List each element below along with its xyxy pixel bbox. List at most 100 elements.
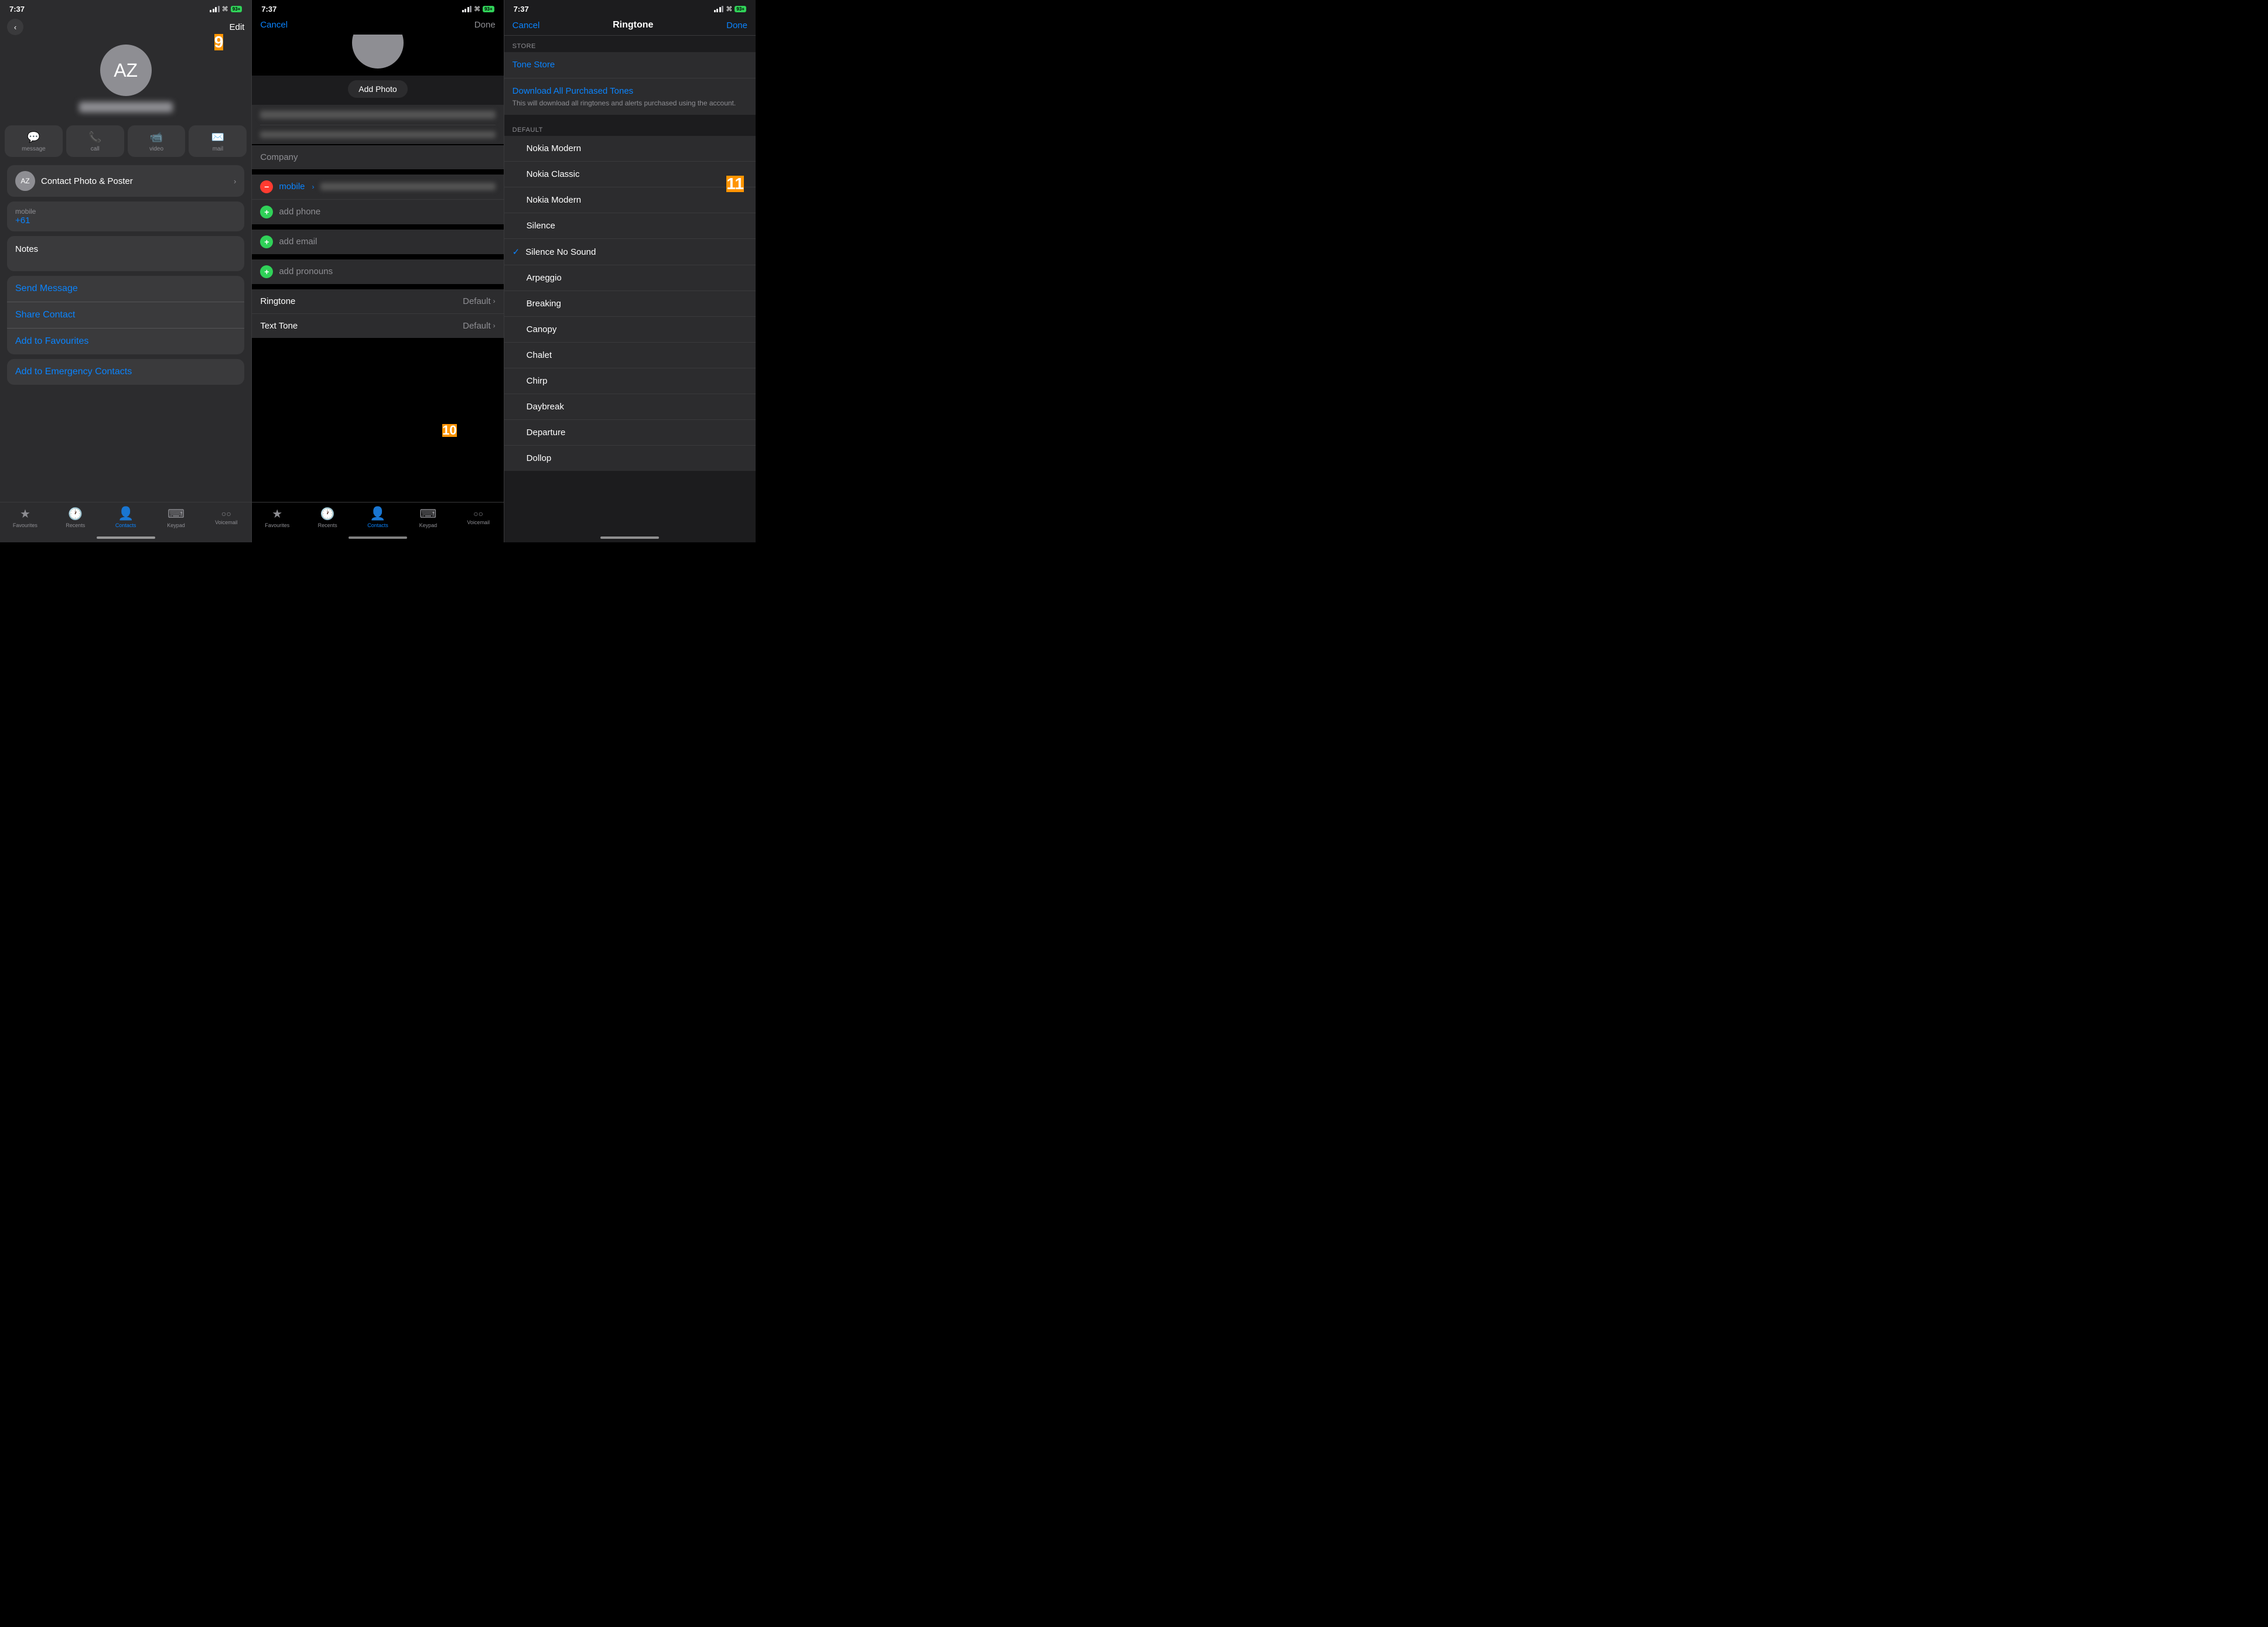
cancel-button-2[interactable]: Cancel <box>260 20 288 30</box>
name-fields <box>252 105 503 144</box>
done-button-3[interactable]: Done <box>726 20 747 30</box>
notification-badge-9: 9 <box>214 34 224 50</box>
ringtone-list-item[interactable]: Dollop <box>504 446 756 471</box>
ringtone-list-item[interactable]: Nokia Modern <box>504 136 756 162</box>
add-to-favourites-button[interactable]: Add to Favourites <box>7 329 244 354</box>
ringtone-value: Default <box>463 296 491 306</box>
ringtone-list-item[interactable]: Canopy <box>504 317 756 343</box>
edit-avatar-section: Add Photo <box>252 35 503 105</box>
add-emergency-button[interactable]: Add to Emergency Contacts <box>7 359 244 385</box>
cancel-button-3[interactable]: Cancel <box>513 20 540 30</box>
ringtone-list-item[interactable]: Nokia Modern <box>504 187 756 213</box>
keypad-icon: ⌨ <box>168 507 185 521</box>
first-name-blurred[interactable] <box>260 111 495 119</box>
ringtone-title: Ringtone <box>613 20 653 30</box>
mobile-label: mobile <box>15 207 236 216</box>
ringtone-list-item[interactable]: Arpeggio <box>504 265 756 291</box>
mobile-chevron: › <box>312 183 315 191</box>
store-section-header: STORE <box>504 36 756 52</box>
tab-voicemail-2[interactable]: ○○ Voicemail <box>464 509 493 525</box>
ringtone-list-item[interactable]: Breaking <box>504 291 756 317</box>
add-email-row[interactable]: + add email <box>252 230 503 254</box>
ringtone-header: Cancel Ringtone Done <box>504 16 756 36</box>
back-button[interactable]: ‹ <box>7 19 23 35</box>
download-all-row[interactable]: Download All Purchased Tones This will d… <box>504 78 756 115</box>
tab-bar-2: ★ Favourites 🕐 Recents 👤 Contacts ⌨ Keyp… <box>252 502 503 534</box>
ringtone-row[interactable]: Ringtone Default › <box>252 289 503 314</box>
ringtone-label: Ringtone <box>260 296 295 306</box>
contact-detail-panel: 7:37 ⌘ 93+ ‹ 9 Edit AZ 💬 message <box>0 0 252 542</box>
wifi-icon-2: ⌘ <box>474 5 480 13</box>
signal-bars-1 <box>210 6 220 12</box>
wifi-icon-3: ⌘ <box>726 5 732 13</box>
notes-label: Notes <box>15 244 236 254</box>
tab-favourites-2[interactable]: ★ Favourites <box>262 507 292 528</box>
blue-actions-section: Send Message Share Contact Add to Favour… <box>7 276 244 354</box>
ringtone-list-item[interactable]: Chirp <box>504 368 756 394</box>
ringtone-list-item[interactable]: Nokia Classic <box>504 162 756 187</box>
add-phone-button[interactable]: + <box>260 206 273 218</box>
mobile-item[interactable]: mobile +61 <box>7 201 244 231</box>
ringtone-name: Dollop <box>527 453 552 463</box>
tab-contacts[interactable]: 👤 Contacts <box>111 506 141 528</box>
add-pronouns-button[interactable]: + <box>260 265 273 278</box>
notification-badge-10: 10 <box>442 424 456 437</box>
add-email-button[interactable]: + <box>260 235 273 248</box>
add-pronouns-row[interactable]: + add pronouns <box>252 259 503 284</box>
favourites-icon-2: ★ <box>272 507 282 521</box>
signal-bar <box>719 7 721 12</box>
contacts-label-2: Contacts <box>367 522 388 528</box>
home-indicator <box>97 536 155 539</box>
tab-favourites[interactable]: ★ Favourites <box>11 507 40 528</box>
share-contact-button[interactable]: Share Contact <box>7 302 244 329</box>
recents-label: Recents <box>66 522 85 528</box>
voicemail-icon-2: ○○ <box>473 509 483 518</box>
video-label: video <box>149 146 163 152</box>
tab-keypad[interactable]: ⌨ Keypad <box>162 507 191 528</box>
download-all-label: Download All Purchased Tones <box>513 86 634 96</box>
phone-number-blurred[interactable] <box>320 183 496 190</box>
ringtone-list-item[interactable]: ✓Silence No Sound <box>504 239 756 265</box>
message-button[interactable]: 💬 message <box>5 125 63 157</box>
signal-bar <box>470 6 472 12</box>
ringtone-name: Silence No Sound <box>525 247 596 257</box>
download-all-subtext: This will download all ringtones and ale… <box>513 97 747 107</box>
tab-recents[interactable]: 🕐 Recents <box>61 507 90 528</box>
tab-keypad-2[interactable]: ⌨ Keypad <box>414 507 443 528</box>
call-button[interactable]: 📞 call <box>66 125 124 157</box>
send-message-button[interactable]: Send Message <box>7 276 244 302</box>
ringtone-list-item[interactable]: Silence <box>504 213 756 239</box>
ringtone-chevron: › <box>493 297 496 305</box>
add-photo-button[interactable]: Add Photo <box>348 80 407 98</box>
texttone-row[interactable]: Text Tone Default › <box>252 314 503 338</box>
mail-button[interactable]: ✉️ mail <box>189 125 247 157</box>
ringtone-name: Nokia Classic <box>527 169 580 179</box>
email-section: + add email <box>252 230 503 254</box>
home-indicator-3 <box>600 536 659 539</box>
video-button[interactable]: 📹 video <box>128 125 186 157</box>
recents-label-2: Recents <box>318 522 337 528</box>
last-name-blurred[interactable] <box>260 131 495 138</box>
signal-bar <box>464 9 466 12</box>
ringtone-list-item[interactable]: Daybreak <box>504 394 756 420</box>
edit-button[interactable]: Edit <box>229 22 244 32</box>
tab-voicemail[interactable]: ○○ Voicemail <box>211 509 241 525</box>
ringtone-name: Chirp <box>527 376 548 386</box>
ringtone-list-item[interactable]: Chalet <box>504 343 756 368</box>
status-icons-2: ⌘ 93+ <box>462 5 494 13</box>
contact-photo-initials: AZ <box>21 177 29 185</box>
ringtone-list-item[interactable]: Departure <box>504 420 756 446</box>
done-button-2[interactable]: Done <box>474 20 496 30</box>
contacts-icon-2: 👤 <box>370 506 385 521</box>
remove-phone-button[interactable]: − <box>260 180 273 193</box>
battery-badge-2: 93+ <box>483 6 494 12</box>
mail-icon: ✉️ <box>211 131 224 143</box>
signal-bar <box>722 6 723 12</box>
favourites-label-2: Favourites <box>265 522 289 528</box>
tab-recents-2[interactable]: 🕐 Recents <box>313 507 342 528</box>
company-field[interactable]: Company <box>252 145 503 169</box>
add-phone-row[interactable]: + add phone <box>252 200 503 224</box>
tone-store-row[interactable]: Tone Store <box>504 52 756 78</box>
tab-contacts-2[interactable]: 👤 Contacts <box>363 506 392 528</box>
contact-photo-poster-row[interactable]: AZ Contact Photo & Poster › <box>7 165 244 197</box>
